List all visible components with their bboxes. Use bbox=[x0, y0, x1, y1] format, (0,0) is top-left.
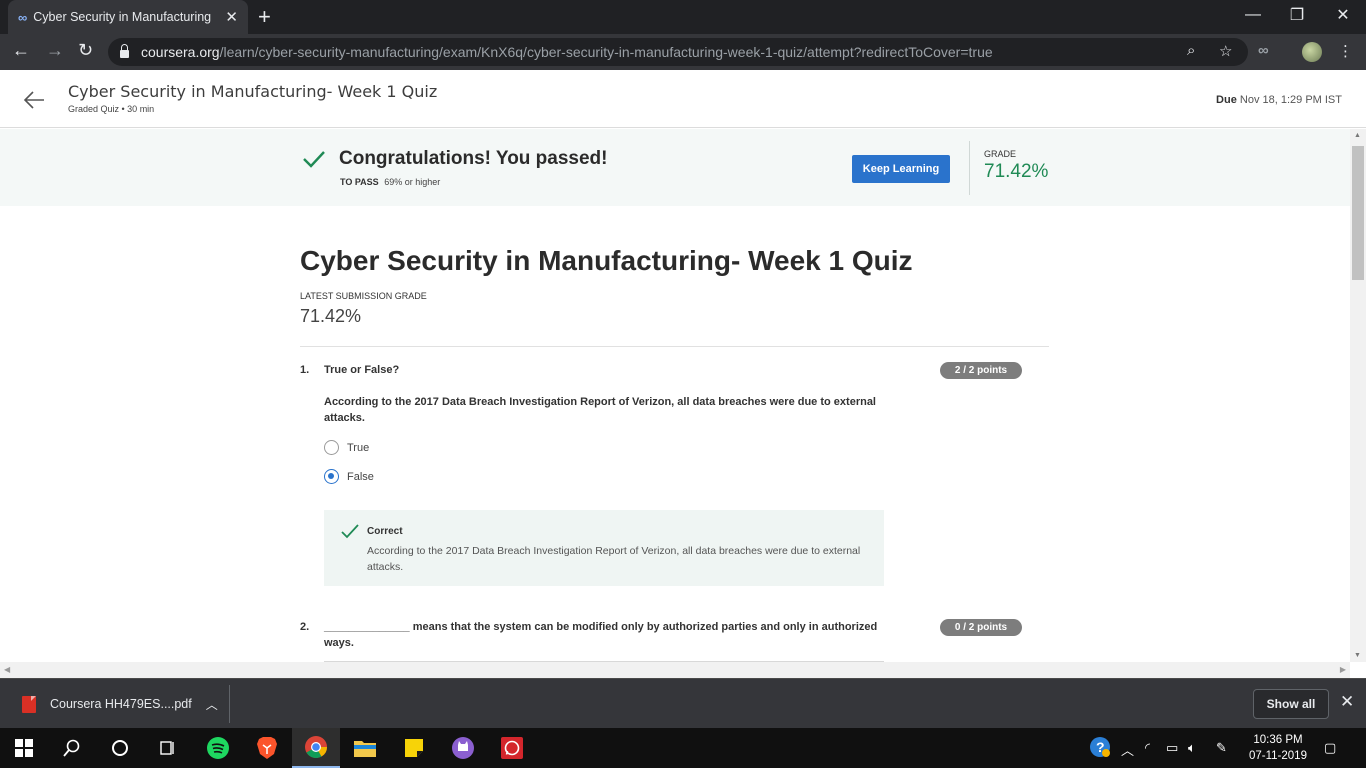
question-1-number: 1. bbox=[300, 364, 310, 376]
coursera-extension-icon[interactable]: ∞ bbox=[1258, 42, 1269, 59]
question-2-number: 2. bbox=[300, 621, 310, 633]
radio-button-selected[interactable] bbox=[324, 469, 339, 484]
scroll-up-icon[interactable]: ▲ bbox=[1354, 132, 1361, 139]
option-label: True bbox=[347, 441, 370, 454]
scroll-left-icon[interactable]: ◀ bbox=[4, 665, 10, 674]
forward-icon[interactable]: → bbox=[46, 40, 64, 61]
scroll-right-icon[interactable]: ▶ bbox=[1340, 665, 1346, 674]
volume-icon[interactable]: 🔈︎ bbox=[1188, 740, 1196, 756]
url-host: coursera.org bbox=[141, 44, 220, 60]
clock-time: 10:36 PM bbox=[1253, 734, 1303, 746]
header-title: Cyber Security in Manufacturing- Week 1 … bbox=[68, 82, 438, 101]
menu-dots-icon[interactable]: ⋮ bbox=[1338, 42, 1353, 60]
pass-banner: Congratulations! You passed! TO PASS 69%… bbox=[0, 129, 1350, 206]
reload-icon[interactable]: ↻ bbox=[78, 40, 93, 61]
question-1-title: True or False? bbox=[324, 364, 400, 376]
divider bbox=[300, 346, 1049, 347]
browser-tab-strip: ∞ Cyber Security in Manufacturing ✕ + — … bbox=[0, 0, 1366, 34]
pen-icon[interactable]: ✎ bbox=[1216, 740, 1227, 756]
minimize-icon[interactable]: — bbox=[1230, 0, 1276, 30]
option-true[interactable]: True bbox=[324, 440, 369, 455]
option-false[interactable]: False bbox=[324, 469, 374, 484]
pdf-file-icon bbox=[22, 695, 36, 713]
tab-close-icon[interactable]: ✕ bbox=[225, 8, 238, 26]
back-arrow-icon[interactable] bbox=[22, 88, 46, 112]
chevron-up-icon[interactable]: ︿ bbox=[206, 696, 218, 713]
windows-start-icon[interactable] bbox=[0, 728, 48, 768]
pass-message: Congratulations! You passed! bbox=[339, 148, 608, 169]
window-close-icon[interactable]: ✕ bbox=[1320, 0, 1366, 30]
close-downloads-icon[interactable]: ✕ bbox=[1340, 692, 1354, 712]
whatsapp-icon[interactable] bbox=[488, 728, 536, 768]
file-explorer-icon[interactable] bbox=[341, 728, 389, 768]
feedback-title: Correct bbox=[367, 526, 403, 537]
help-icon[interactable]: ? bbox=[1089, 736, 1111, 761]
coursera-infinity-icon: ∞ bbox=[18, 9, 27, 25]
grade-label: GRADE bbox=[984, 149, 1017, 159]
latest-grade-value: 71.42% bbox=[300, 306, 362, 326]
to-pass: TO PASS 69% or higher bbox=[340, 177, 440, 187]
notifications-icon[interactable]: ▢ bbox=[1324, 740, 1336, 756]
new-tab-icon[interactable]: + bbox=[258, 4, 271, 30]
taskbar-clock[interactable]: 10:36 PM 07-11-2019 bbox=[1246, 732, 1310, 764]
chrome-icon[interactable] bbox=[292, 728, 340, 768]
brave-browser-icon[interactable] bbox=[243, 728, 291, 768]
bookmark-star-icon[interactable]: ☆ bbox=[1219, 42, 1232, 60]
windows-taskbar: ? ︿ ◜ ▭ 🔈︎ ✎ 10:36 PM 07-11-2019 ▢ bbox=[0, 728, 1366, 768]
clock-date: 07-11-2019 bbox=[1249, 750, 1307, 762]
option-label: False bbox=[347, 470, 374, 483]
due-value: Nov 18, 1:29 PM IST bbox=[1239, 94, 1342, 106]
lock-icon bbox=[120, 44, 129, 58]
vertical-scrollbar[interactable]: ▲ ▼ bbox=[1350, 129, 1366, 662]
show-all-button[interactable]: Show all bbox=[1253, 689, 1329, 719]
due-date: Due Nov 18, 1:29 PM IST bbox=[1216, 94, 1342, 106]
question-1-points-badge: 2 / 2 points bbox=[940, 362, 1022, 379]
quiz-header: Cyber Security in Manufacturing- Week 1 … bbox=[0, 70, 1366, 128]
wifi-icon[interactable]: ◜ bbox=[1145, 740, 1150, 756]
restore-icon[interactable]: ❐ bbox=[1274, 0, 1320, 30]
to-pass-value: 69% or higher bbox=[384, 177, 441, 187]
cortana-icon[interactable] bbox=[96, 728, 144, 768]
scroll-down-icon[interactable]: ▼ bbox=[1354, 652, 1361, 659]
radio-button[interactable] bbox=[324, 440, 339, 455]
banner-divider bbox=[969, 141, 970, 195]
check-icon bbox=[303, 151, 325, 168]
keep-learning-button[interactable]: Keep Learning bbox=[852, 155, 950, 183]
correct-check-icon bbox=[341, 524, 359, 539]
tab-title: Cyber Security in Manufacturing bbox=[33, 10, 212, 24]
question-1-prompt: According to the 2017 Data Breach Invest… bbox=[324, 396, 876, 424]
url-path: /learn/cyber-security-manufacturing/exam… bbox=[219, 44, 993, 60]
answer-feedback: Correct According to the 2017 Data Breac… bbox=[324, 510, 884, 586]
question-2-points-badge: 0 / 2 points bbox=[940, 619, 1022, 636]
download-file-name: Coursera HH479ES....pdf bbox=[50, 697, 192, 711]
question-2-prompt: ______________ means that the system can… bbox=[324, 621, 878, 649]
due-label: Due bbox=[1216, 94, 1237, 106]
profile-avatar[interactable] bbox=[1302, 42, 1322, 62]
address-bar[interactable]: coursera.org/learn/cyber-security-manufa… bbox=[108, 38, 1248, 66]
header-meta: Graded Quiz • 30 min bbox=[68, 104, 155, 114]
show-hidden-icons-chevron-icon[interactable]: ︿ bbox=[1121, 740, 1134, 759]
sticky-notes-icon[interactable] bbox=[390, 728, 438, 768]
horizontal-scrollbar[interactable]: ◀ ▶ bbox=[0, 662, 1350, 678]
cat-app-icon[interactable] bbox=[439, 728, 487, 768]
feedback-text: According to the 2017 Data Breach Invest… bbox=[367, 545, 861, 573]
to-pass-label: TO PASS bbox=[340, 177, 379, 187]
download-item[interactable]: Coursera HH479ES....pdf ︿ bbox=[10, 685, 230, 723]
back-icon[interactable]: ← bbox=[12, 40, 30, 61]
task-view-icon[interactable] bbox=[144, 728, 192, 768]
latest-grade-label: LATEST SUBMISSION GRADE bbox=[300, 291, 427, 301]
page-title: Cyber Security in Manufacturing- Week 1 … bbox=[300, 245, 913, 276]
search-icon[interactable] bbox=[48, 728, 96, 768]
battery-icon[interactable]: ▭ bbox=[1166, 740, 1178, 756]
browser-tab[interactable]: ∞ Cyber Security in Manufacturing ✕ bbox=[8, 0, 248, 34]
zoom-search-icon[interactable]: ⌕ bbox=[1187, 42, 1195, 59]
downloads-bar: Coursera HH479ES....pdf ︿ Show all ✕ bbox=[0, 678, 1366, 728]
grade-value: 71.42% bbox=[984, 161, 1049, 182]
browser-toolbar: ← → ↻ coursera.org/learn/cyber-security-… bbox=[0, 34, 1366, 70]
scrollbar-thumb[interactable] bbox=[1352, 146, 1364, 280]
spotify-icon[interactable] bbox=[194, 728, 242, 768]
